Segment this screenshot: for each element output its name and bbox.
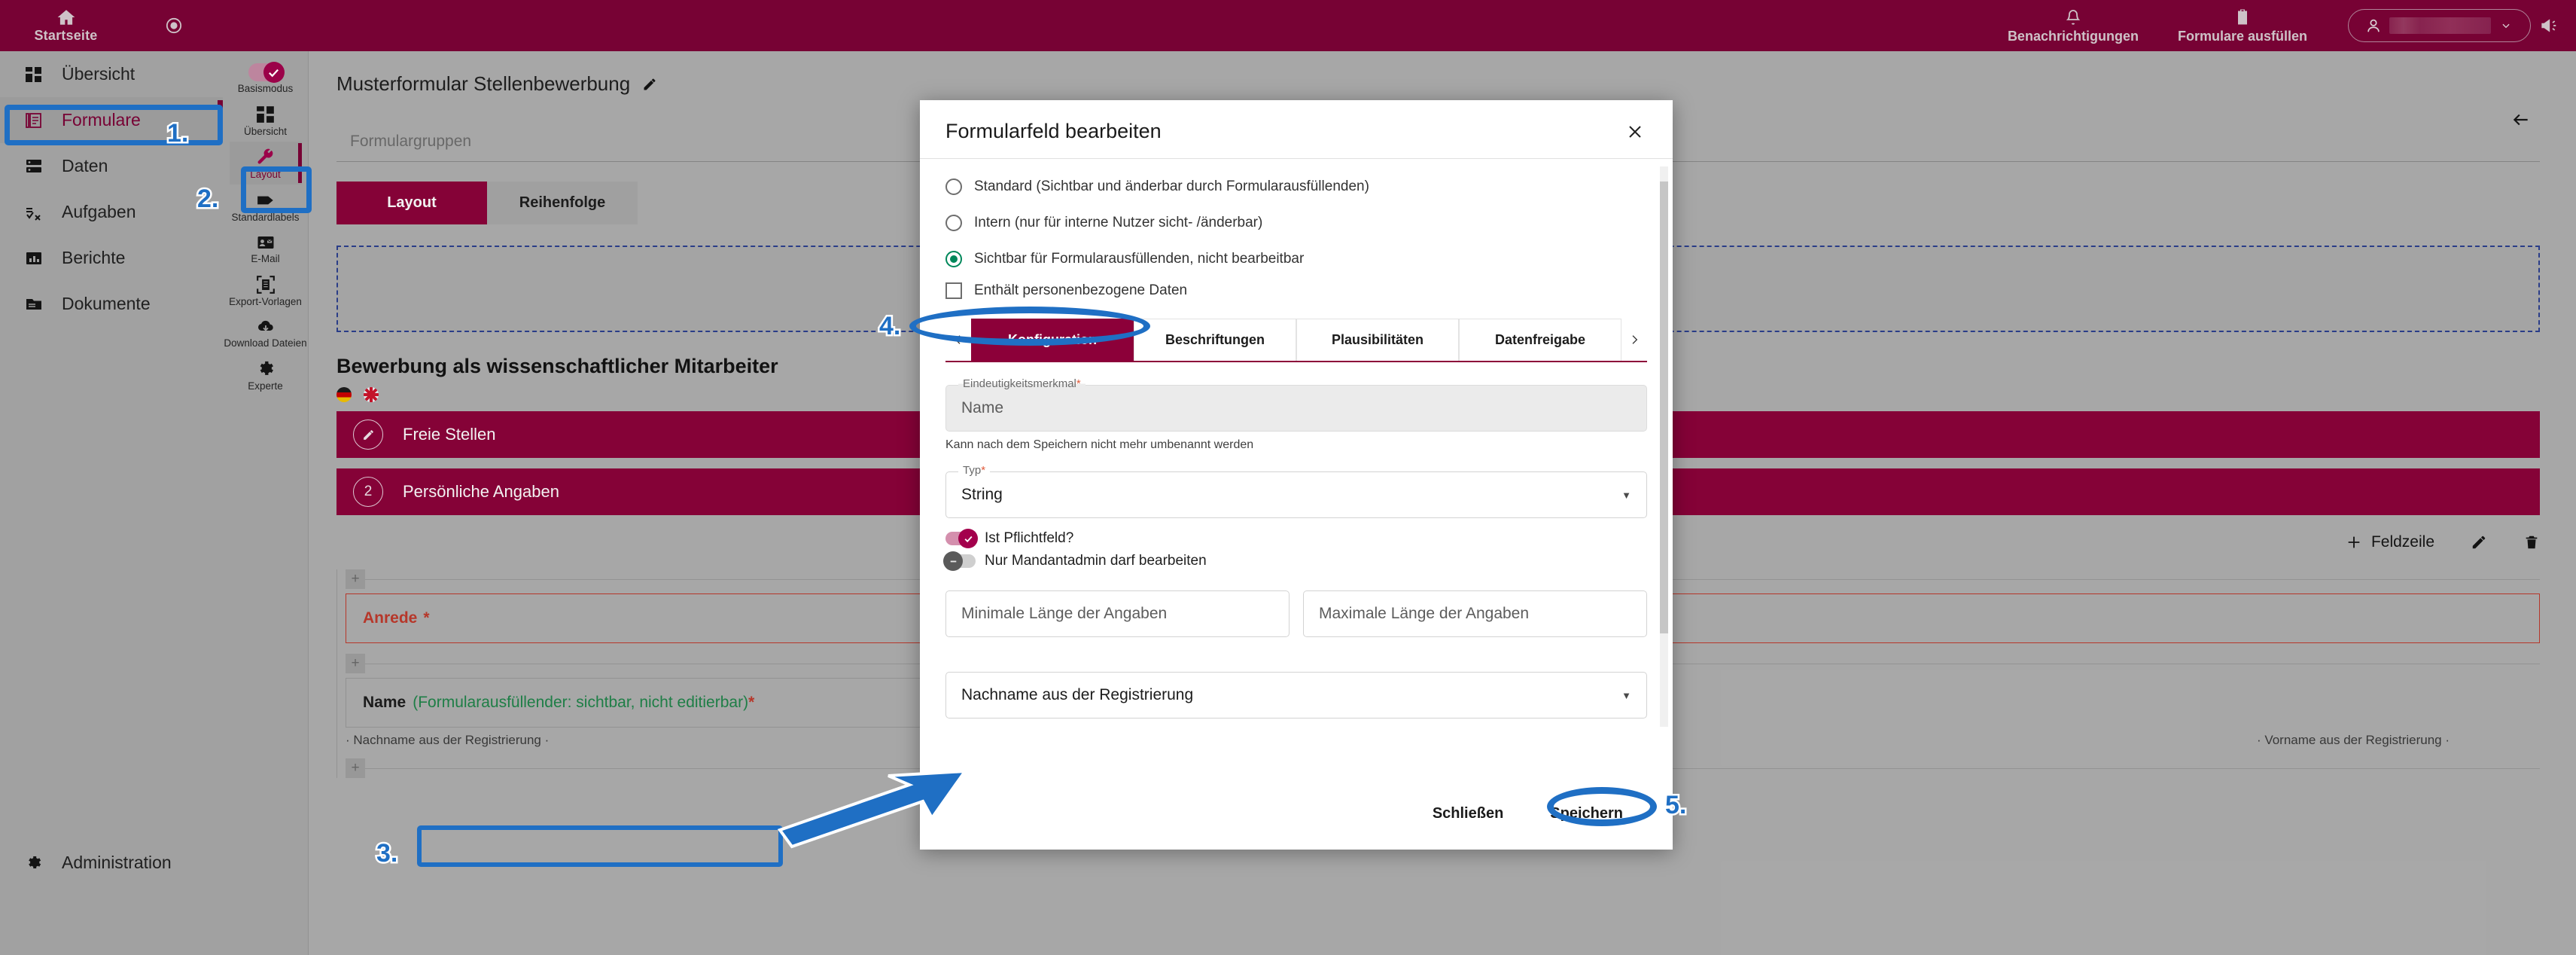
- app-root: Startseite Benachrichtigungen Formulare …: [0, 0, 2576, 955]
- toggle-knob: [958, 529, 978, 548]
- typ-select[interactable]: Typ* String ▼: [945, 464, 1647, 518]
- chevron-left-icon[interactable]: [945, 319, 971, 361]
- dialog-body: Standard (Sichtbar und änderbar durch Fo…: [920, 159, 1673, 786]
- dialog-tab-datenfreigabe[interactable]: Datenfreigabe: [1459, 319, 1621, 361]
- checkbox-icon: [945, 282, 962, 299]
- option-label: Intern (nur für interne Nutzer sicht- /ä…: [974, 215, 1263, 230]
- max-length-placeholder: Maximale Länge der Angaben: [1319, 605, 1530, 622]
- personal-data-label: Enthält personenbezogene Daten: [974, 282, 1188, 298]
- chevron-down-icon: ▼: [1621, 689, 1631, 701]
- pflichtfeld-switch-row[interactable]: Ist Pflichtfeld?: [945, 529, 1647, 548]
- toggle-knob: [943, 551, 963, 571]
- visibility-option-intern[interactable]: Intern (nur für interne Nutzer sicht- /ä…: [945, 215, 1647, 231]
- chevron-right-icon[interactable]: [1621, 319, 1647, 361]
- length-fields-row: Minimale Länge der Angaben Maximale Läng…: [945, 590, 1647, 637]
- visibility-option-standard[interactable]: Standard (Sichtbar und änderbar durch Fo…: [945, 178, 1647, 195]
- toggle-switch-off: [943, 551, 976, 571]
- chevron-down-icon: ▼: [1621, 489, 1631, 501]
- radio-icon: [945, 215, 962, 231]
- close-button[interactable]: Schließen: [1419, 796, 1517, 831]
- option-label: Standard (Sichtbar und änderbar durch Fo…: [974, 178, 1369, 194]
- dialog-footer: Schließen Speichern: [920, 786, 1673, 850]
- close-x-icon[interactable]: [1623, 123, 1647, 141]
- dialog-header: Formularfeld bearbeiten: [920, 100, 1673, 159]
- field-legend: Eindeutigkeitsmerkmal*: [958, 377, 1086, 390]
- save-button[interactable]: Speichern: [1530, 796, 1643, 831]
- toggle-switch-on: [945, 529, 978, 548]
- radio-icon: [945, 178, 962, 195]
- scrollbar-thumb[interactable]: [1660, 182, 1668, 633]
- required-star: *: [1076, 377, 1081, 390]
- typ-value: String: [961, 486, 1003, 503]
- eindeutigkeitsmerkmal-field[interactable]: Eindeutigkeitsmerkmal* Name: [945, 377, 1647, 432]
- required-star: *: [981, 464, 986, 477]
- legend-text: Typ: [963, 464, 982, 477]
- pflichtfeld-label: Ist Pflichtfeld?: [985, 530, 1074, 546]
- unique-field-hint: Kann nach dem Speichern nicht mehr umben…: [945, 438, 1254, 451]
- mandantadmin-label: Nur Mandantadmin darf bearbeiten: [985, 553, 1207, 569]
- min-length-input[interactable]: Minimale Länge der Angaben: [945, 590, 1290, 637]
- unique-field-placeholder: Name: [961, 399, 1004, 416]
- dialog-tab-plausibilitaeten[interactable]: Plausibilitäten: [1296, 319, 1459, 361]
- visibility-option-sichtbar-nicht-bearbeitbar[interactable]: Sichtbar für Formularausfüllenden, nicht…: [945, 251, 1647, 267]
- field-legend: Typ*: [958, 464, 991, 477]
- personal-data-checkbox-row[interactable]: Enthält personenbezogene Daten: [945, 282, 1647, 299]
- mandantadmin-switch-row[interactable]: Nur Mandantadmin darf bearbeiten: [943, 551, 1647, 571]
- radio-icon-selected: [945, 251, 962, 267]
- option-label: Sichtbar für Formularausfüllenden, nicht…: [974, 251, 1305, 267]
- min-length-placeholder: Minimale Länge der Angaben: [961, 605, 1168, 622]
- registrierung-select[interactable]: Nachname aus der Registrierung ▼: [945, 672, 1647, 719]
- max-length-input[interactable]: Maximale Länge der Angaben: [1303, 590, 1647, 637]
- registrierung-value: Nachname aus der Registrierung: [961, 686, 1194, 703]
- dialog-tab-beschriftungen[interactable]: Beschriftungen: [1134, 319, 1296, 361]
- check-icon: [267, 66, 280, 79]
- dialog-tabs: Konfiguration Beschriftungen Plausibilit…: [945, 319, 1647, 362]
- dialog-title: Formularfeld bearbeiten: [945, 120, 1162, 142]
- legend-text: Eindeutigkeitsmerkmal: [963, 377, 1076, 390]
- edit-form-field-dialog: Formularfeld bearbeiten Standard (Sichtb…: [920, 100, 1673, 850]
- dialog-tab-konfiguration[interactable]: Konfiguration: [971, 319, 1134, 361]
